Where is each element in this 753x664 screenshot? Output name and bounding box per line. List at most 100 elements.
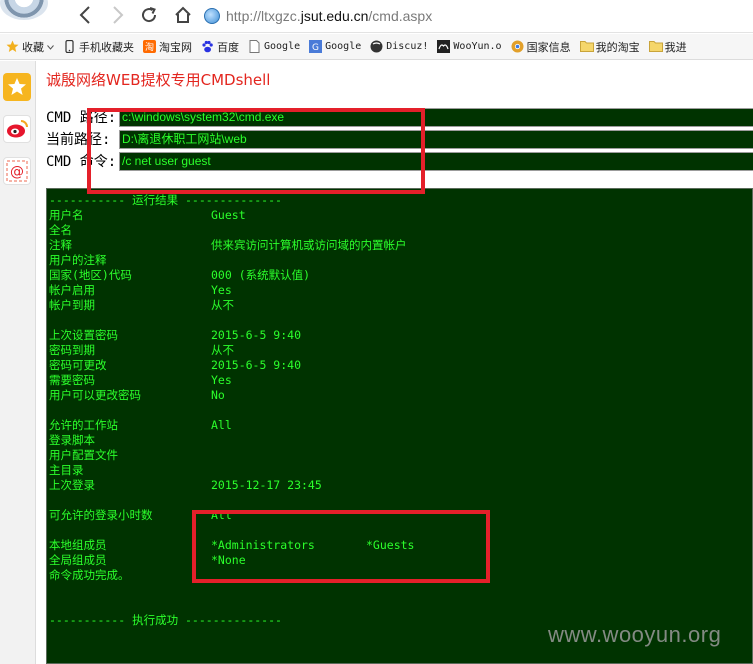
discuz-icon: [370, 40, 383, 53]
weibo-icon[interactable]: [3, 115, 31, 143]
bookmark-item[interactable]: 我的淘宝: [579, 39, 640, 55]
mail-at-icon[interactable]: @: [3, 157, 31, 185]
result-key: 帐户启用: [49, 283, 95, 297]
globe-icon: [204, 8, 220, 24]
result-key: 全名: [49, 223, 72, 237]
bookmark-item[interactable]: 百度: [201, 39, 239, 55]
bookmark-item[interactable]: WooYun.o: [437, 40, 502, 53]
result-row: 用户的注释: [49, 253, 752, 268]
result-row: [49, 523, 752, 538]
folder-icon: [648, 40, 663, 53]
bookmarks-bar: 收藏 手机收藏夹淘淘宝网 百度 Google G Google Discuz! WooYun.…: [0, 34, 753, 60]
svg-text:@: @: [10, 164, 24, 180]
page-content: 诚殷网络WEB提权专用CMDshell CMD 路径: c:\windows\s…: [37, 61, 753, 664]
result-value: No: [211, 388, 225, 402]
browser-toolbar: http://ltxgzc. jsut.edu.cn/cmd.aspx: [0, 0, 753, 33]
result-value: 000 (系统默认值): [211, 268, 311, 282]
bookmark-item[interactable]: Discuz!: [370, 40, 428, 53]
result-value: 从不: [211, 343, 234, 357]
result-value: 2015-6-5 9:40: [211, 328, 302, 342]
browser-logo-icon: [0, 0, 48, 20]
bookmark-item[interactable]: G Google: [309, 40, 361, 53]
result-key: 用户可以更改密码: [49, 388, 141, 402]
back-arrow-icon[interactable]: [74, 4, 96, 26]
result-row: 主目录: [49, 463, 752, 478]
bookmark-item[interactable]: 我进: [648, 39, 687, 55]
result-row: 登录脚本: [49, 433, 752, 448]
result-row: 注释 供来宾访问计算机或访问域的内置帐户: [49, 238, 752, 253]
result-key: [49, 493, 211, 508]
cmd-path-label: CMD 路径:: [46, 110, 117, 126]
wooyun-icon: [437, 40, 451, 53]
results-rows: 用户名 Guest 全名 注释 供来宾访问计算机或访问域的内置帐户用户的注释 国家(地区)…: [49, 208, 752, 538]
bookmark-item[interactable]: 手机收藏夹: [63, 39, 134, 55]
result-value: 从不: [211, 298, 234, 312]
bookmark-item[interactable]: 收藏: [6, 39, 54, 55]
refresh-icon[interactable]: [138, 4, 160, 26]
bookmark-label: Google: [325, 41, 362, 52]
bookmark-label: 手机收藏夹: [79, 40, 134, 54]
result-key: 上次设置密码: [49, 328, 118, 342]
result-row: 密码可更改 2015-6-5 9:40: [49, 358, 752, 373]
url-prefix: http://ltxgzc.: [226, 8, 301, 24]
phone-icon: [63, 39, 76, 54]
result-row: 帐户启用 Yes: [49, 283, 752, 298]
cmd-path-input[interactable]: c:\windows\system32\cmd.exe: [119, 107, 753, 127]
result-key: 允许的工作站: [49, 418, 118, 432]
local-groups-label: 本地组成员: [49, 538, 107, 552]
taobao-icon: 淘: [143, 40, 156, 53]
svg-text:淘: 淘: [145, 41, 154, 53]
result-row: 上次登录 2015-12-17 23:45: [49, 478, 752, 493]
result-row: [49, 313, 752, 328]
bookmark-label: 收藏: [22, 40, 44, 54]
result-key: 上次登录: [49, 478, 95, 492]
global-groups-row: 全局组成员 *None: [49, 553, 752, 568]
result-row: [49, 403, 752, 418]
cmd-path-row: CMD 路径: c:\windows\system32\cmd.exe: [46, 107, 753, 127]
result-row: [49, 493, 752, 508]
chrome-icon: [511, 40, 524, 53]
bookmark-label: 淘宝网: [159, 40, 192, 54]
svg-text:G: G: [312, 43, 319, 53]
bookmark-item[interactable]: 国家信息: [511, 39, 571, 55]
result-key: 国家(地区)代码: [49, 268, 132, 282]
result-row: 允许的工作站 All: [49, 418, 752, 433]
result-key: [49, 313, 211, 328]
forward-arrow-icon[interactable]: [107, 4, 129, 26]
result-value: 供来宾访问计算机或访问域的内置帐户: [211, 238, 407, 252]
result-row: 用户配置文件: [49, 448, 752, 463]
favorites-star-icon[interactable]: [3, 73, 31, 101]
results-terminal: ----------- 运行结果 -------------- 用户名 Guest…: [46, 188, 753, 664]
result-key: 用户名: [49, 208, 84, 222]
bookmark-item[interactable]: Google: [248, 40, 300, 53]
page-icon: [248, 40, 261, 53]
result-key: 主目录: [49, 463, 84, 477]
bookmark-label: 我的淘宝: [595, 40, 640, 54]
results-header: ----------- 运行结果 --------------: [49, 193, 282, 207]
result-key: 密码到期: [49, 343, 95, 357]
result-key: [49, 523, 211, 538]
bookmark-label: Discuz!: [386, 41, 429, 52]
result-key: 注释: [49, 238, 72, 252]
global-group-item: *None: [211, 553, 246, 567]
url-domain: jsut.edu.cn: [300, 8, 369, 24]
result-row: 用户可以更改密码 No: [49, 388, 752, 403]
current-path-input[interactable]: D:\离退休职工网站\web: [119, 129, 753, 149]
bookmark-label: 我进: [664, 40, 687, 54]
result-key: 可允许的登录小时数: [49, 508, 153, 522]
result-key: 帐户到期: [49, 298, 95, 312]
bookmark-label: WooYun.o: [453, 41, 502, 52]
cmd-command-input[interactable]: /c net user guest: [119, 151, 753, 171]
cmd-command-row: CMD 命令: /c net user guest: [46, 151, 753, 171]
home-icon[interactable]: [172, 4, 194, 26]
result-value: Guest: [211, 208, 246, 222]
bookmark-label: 百度: [217, 40, 239, 54]
bookmark-item[interactable]: 淘淘宝网: [143, 39, 192, 55]
result-row: 帐户到期 从不: [49, 298, 752, 313]
result-row: 需要密码 Yes: [49, 373, 752, 388]
result-value: 2015-6-5 9:40: [211, 358, 302, 372]
local-groups-row: 本地组成员 *Administrators *Guests: [49, 538, 752, 553]
result-key: 用户的注释: [49, 253, 107, 267]
result-row: 国家(地区)代码 000 (系统默认值): [49, 268, 752, 283]
address-bar[interactable]: http://ltxgzc. jsut.edu.cn/cmd.aspx: [204, 4, 749, 28]
